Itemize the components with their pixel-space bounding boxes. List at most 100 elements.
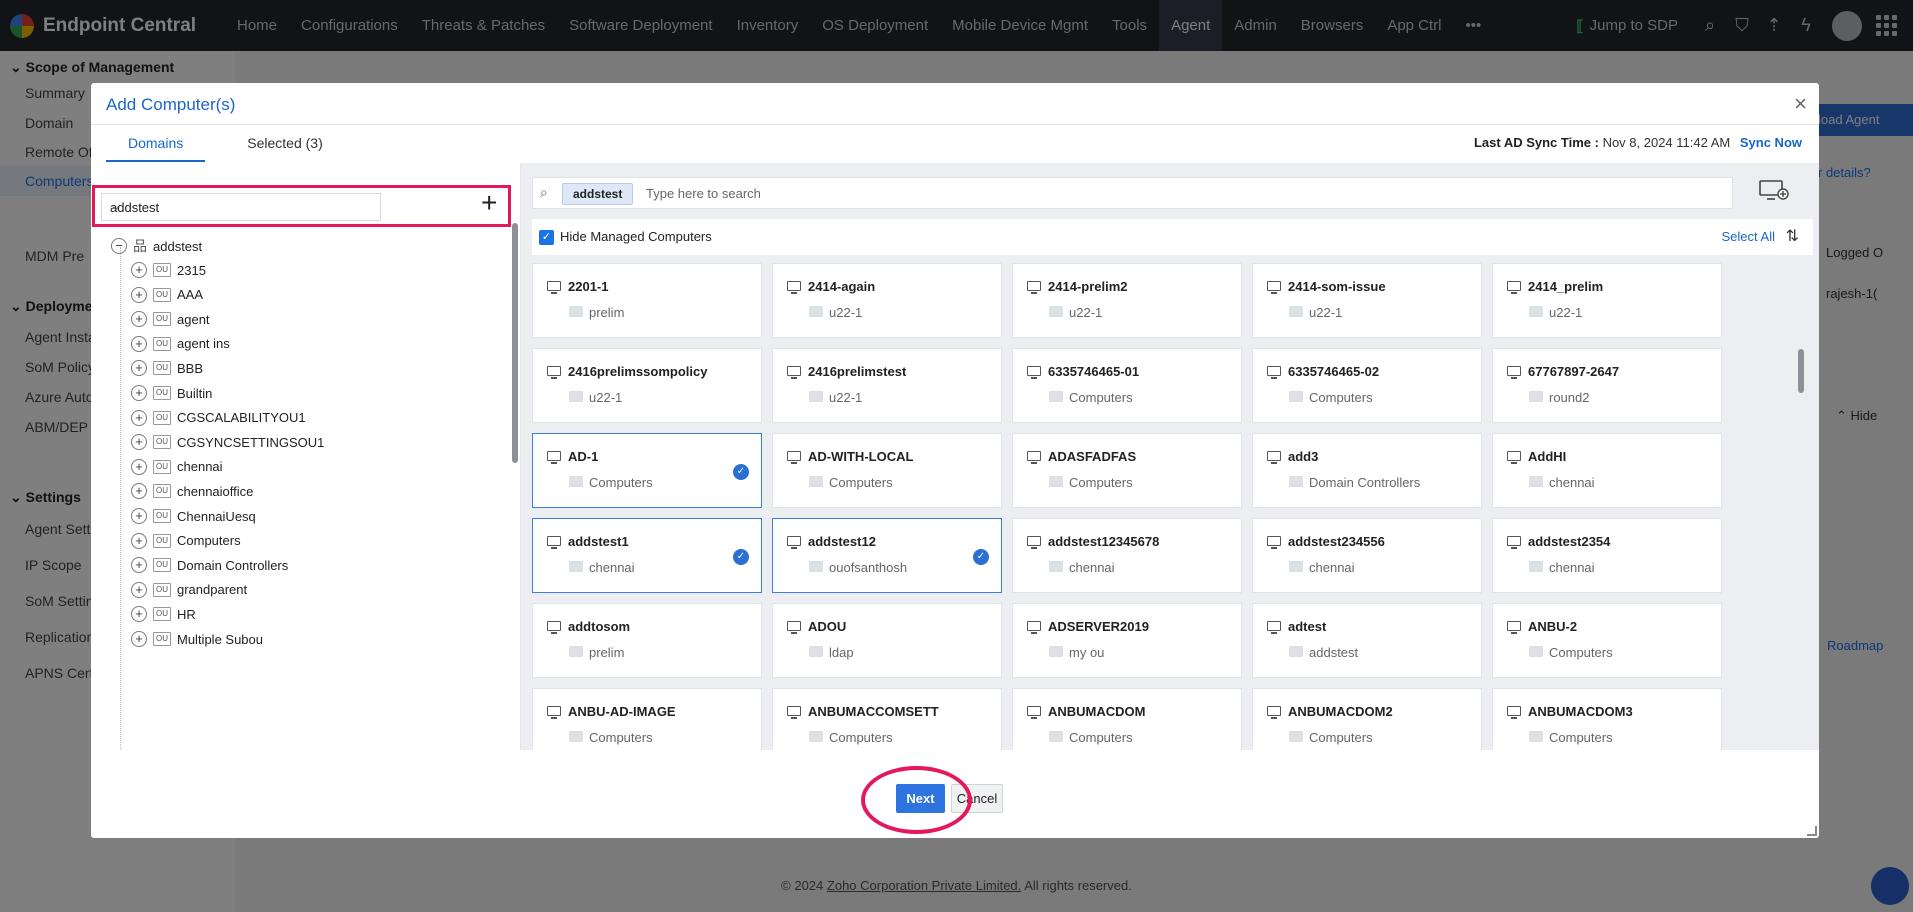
expand-icon[interactable]: +	[131, 483, 147, 500]
cards-scrollbar[interactable]	[1798, 349, 1804, 393]
tab-domains[interactable]: Domains	[106, 125, 206, 162]
tab-selected[interactable]: Selected (3)	[225, 125, 344, 162]
folder-icon	[809, 646, 823, 657]
computer-ou: Computers	[829, 475, 893, 490]
expand-icon[interactable]: +	[131, 557, 147, 574]
computer-name: ANBUMACDOM	[1048, 704, 1146, 719]
computer-card[interactable]: 2201-1 prelim	[532, 263, 762, 338]
computer-card[interactable]: 6335746465-02 Computers	[1252, 348, 1482, 423]
computer-card[interactable]: addstest2354 chennai	[1492, 518, 1722, 593]
computer-card[interactable]: ADASFADFAS Computers	[1012, 433, 1242, 508]
computer-card[interactable]: addtosom prelim	[532, 603, 762, 678]
tree-node-ou[interactable]: + OU Domain Controllers	[131, 554, 288, 576]
expand-icon[interactable]: +	[131, 262, 147, 278]
computer-card[interactable]: ANBUMACCOMSETT Computers	[772, 688, 1002, 750]
expand-icon[interactable]: +	[131, 532, 147, 549]
search-filter-chip[interactable]: addstest	[562, 183, 634, 205]
tree-node-ou[interactable]: + OU chennaioffice	[131, 480, 253, 502]
expand-icon[interactable]: +	[131, 311, 147, 328]
expand-icon[interactable]: +	[131, 360, 147, 377]
folder-icon	[569, 476, 583, 487]
computer-name: ADOU	[808, 619, 847, 634]
ou-folder-icon: OU	[153, 533, 171, 548]
computer-card[interactable]: 2414-som-issue u22-1	[1252, 263, 1482, 338]
computer-search-bar[interactable]: ⌕ addstest Type here to search	[532, 177, 1733, 209]
folder-icon	[1289, 646, 1303, 657]
computer-name: 2414-som-issue	[1288, 279, 1386, 294]
expand-icon[interactable]: +	[131, 385, 147, 401]
tree-node-ou[interactable]: + OU CGSYNCSETTINGSOU1	[131, 431, 324, 453]
tree-scrollbar[interactable]	[512, 223, 518, 463]
tree-node-ou[interactable]: + OU AAA	[131, 284, 203, 306]
tree-node-ou[interactable]: + OU agent ins	[131, 333, 230, 355]
computer-card[interactable]: add3 Domain Controllers	[1252, 433, 1482, 508]
ad-sync-info: Last AD Sync Time : Nov 8, 2024 11:42 AM…	[1474, 135, 1802, 150]
computer-card[interactable]: 2414-again u22-1	[772, 263, 1002, 338]
computer-card[interactable]: adtest addstest	[1252, 603, 1482, 678]
add-computer-icon[interactable]	[1758, 178, 1790, 202]
expand-icon[interactable]: +	[131, 631, 147, 647]
collapse-icon[interactable]: −	[111, 238, 127, 254]
computer-card[interactable]: 6335746465-01 Computers	[1012, 348, 1242, 423]
tree-guide-line	[120, 247, 121, 750]
computer-card[interactable]: AddHI chennai	[1492, 433, 1722, 508]
folder-icon	[809, 731, 823, 742]
computer-card[interactable]: 67767897-2647 round2	[1492, 348, 1722, 423]
sort-icon[interactable]: ⇅	[1786, 226, 1799, 246]
selected-check-icon[interactable]: ✓	[733, 464, 749, 480]
expand-icon[interactable]: +	[131, 434, 147, 451]
computer-card[interactable]: ANBU-2 Computers	[1492, 603, 1722, 678]
tree-node-ou[interactable]: + OU BBB	[131, 357, 203, 379]
expand-icon[interactable]: +	[131, 508, 147, 524]
computer-card[interactable]: 2416prelimstest u22-1	[772, 348, 1002, 423]
tree-root[interactable]: − 品 addstest	[111, 235, 202, 257]
tree-node-ou[interactable]: + OU Computers	[131, 530, 241, 552]
expand-icon[interactable]: +	[131, 581, 147, 598]
search-input[interactable]: Type here to search	[646, 186, 761, 201]
tree-node-ou[interactable]: + OU agent	[131, 308, 210, 330]
computer-card[interactable]: ADOU ldap	[772, 603, 1002, 678]
expand-icon[interactable]: +	[131, 458, 147, 475]
computer-card[interactable]: ANBUMACDOM3 Computers	[1492, 688, 1722, 750]
selected-check-icon[interactable]: ✓	[973, 549, 989, 565]
computer-card[interactable]: ADSERVER2019 my ou	[1012, 603, 1242, 678]
computer-card[interactable]: addstest234556 chennai	[1252, 518, 1482, 593]
computer-icon	[1267, 621, 1281, 634]
tree-node-ou[interactable]: + OU Multiple Subou	[131, 628, 263, 650]
expand-icon[interactable]: +	[131, 409, 147, 426]
selected-check-icon[interactable]: ✓	[733, 549, 749, 565]
computer-card[interactable]: 2416prelimssompolicy u22-1	[532, 348, 762, 423]
computer-name: AD-1	[568, 449, 599, 464]
computer-card[interactable]: addstest12 ouofsanthosh ✓	[772, 518, 1002, 593]
tree-node-ou[interactable]: + OU grandparent	[131, 579, 247, 601]
computer-card[interactable]: ANBUMACDOM2 Computers	[1252, 688, 1482, 750]
computer-card[interactable]: ANBUMACDOM Computers	[1012, 688, 1242, 750]
tree-node-label: agent	[177, 311, 210, 327]
hide-managed-checkbox[interactable]: ✓	[539, 230, 554, 245]
domain-network-icon: 品	[133, 238, 147, 254]
resize-handle-icon[interactable]	[1807, 826, 1817, 836]
folder-icon	[1529, 561, 1543, 572]
computer-name: add3	[1288, 449, 1319, 464]
tree-node-ou[interactable]: + OU chennai	[131, 456, 223, 478]
close-icon[interactable]: ×	[1794, 91, 1807, 117]
tree-node-ou[interactable]: + OU HR	[131, 603, 196, 625]
sync-now-link[interactable]: Sync Now	[1740, 135, 1802, 150]
computer-card[interactable]: 2414_prelim u22-1	[1492, 263, 1722, 338]
tree-node-ou[interactable]: + OU Builtin	[131, 382, 212, 404]
tree-node-ou[interactable]: + OU CGSCALABILITYOU1	[131, 407, 306, 429]
computer-card[interactable]: AD-WITH-LOCAL Computers	[772, 433, 1002, 508]
expand-icon[interactable]: +	[131, 606, 147, 623]
computer-card[interactable]: addstest1 chennai ✓	[532, 518, 762, 593]
computer-card[interactable]: 2414-prelim2 u22-1	[1012, 263, 1242, 338]
expand-icon[interactable]: +	[131, 335, 147, 352]
tree-node-ou[interactable]: + OU ChennaiUesq	[131, 505, 256, 527]
tree-node-ou[interactable]: + OU 2315	[131, 259, 206, 281]
computer-card[interactable]: AD-1 Computers ✓	[532, 433, 762, 508]
tree-node-label: chennai	[177, 459, 223, 475]
computer-card[interactable]: ANBU-AD-IMAGE Computers	[532, 688, 762, 750]
expand-icon[interactable]: +	[131, 286, 147, 303]
computer-card[interactable]: addstest12345678 chennai	[1012, 518, 1242, 593]
select-all-link[interactable]: Select All	[1722, 229, 1775, 244]
computer-name: ANBUMACDOM2	[1288, 704, 1393, 719]
